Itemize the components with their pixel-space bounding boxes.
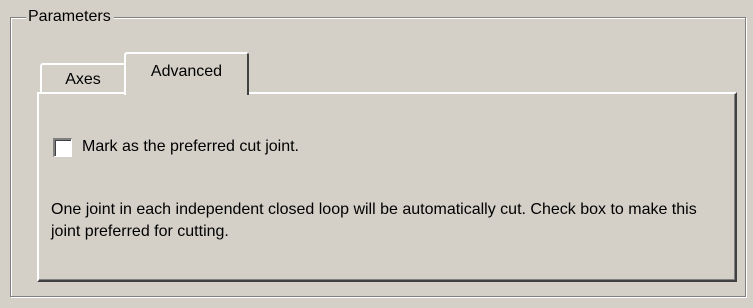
tab-advanced[interactable]: Advanced bbox=[124, 52, 249, 95]
advanced-tab-panel: Mark as the preferred cut joint. One joi… bbox=[37, 92, 737, 282]
preferred-cut-joint-label[interactable]: Mark as the preferred cut joint. bbox=[82, 136, 299, 158]
cut-joint-description: One joint in each independent closed loo… bbox=[51, 201, 697, 240]
tab-axes[interactable]: Axes bbox=[40, 63, 126, 93]
preferred-cut-joint-row[interactable]: Mark as the preferred cut joint. bbox=[53, 136, 299, 158]
preferred-cut-joint-checkbox[interactable] bbox=[53, 137, 72, 157]
parameters-group-title: Parameters bbox=[26, 7, 114, 27]
